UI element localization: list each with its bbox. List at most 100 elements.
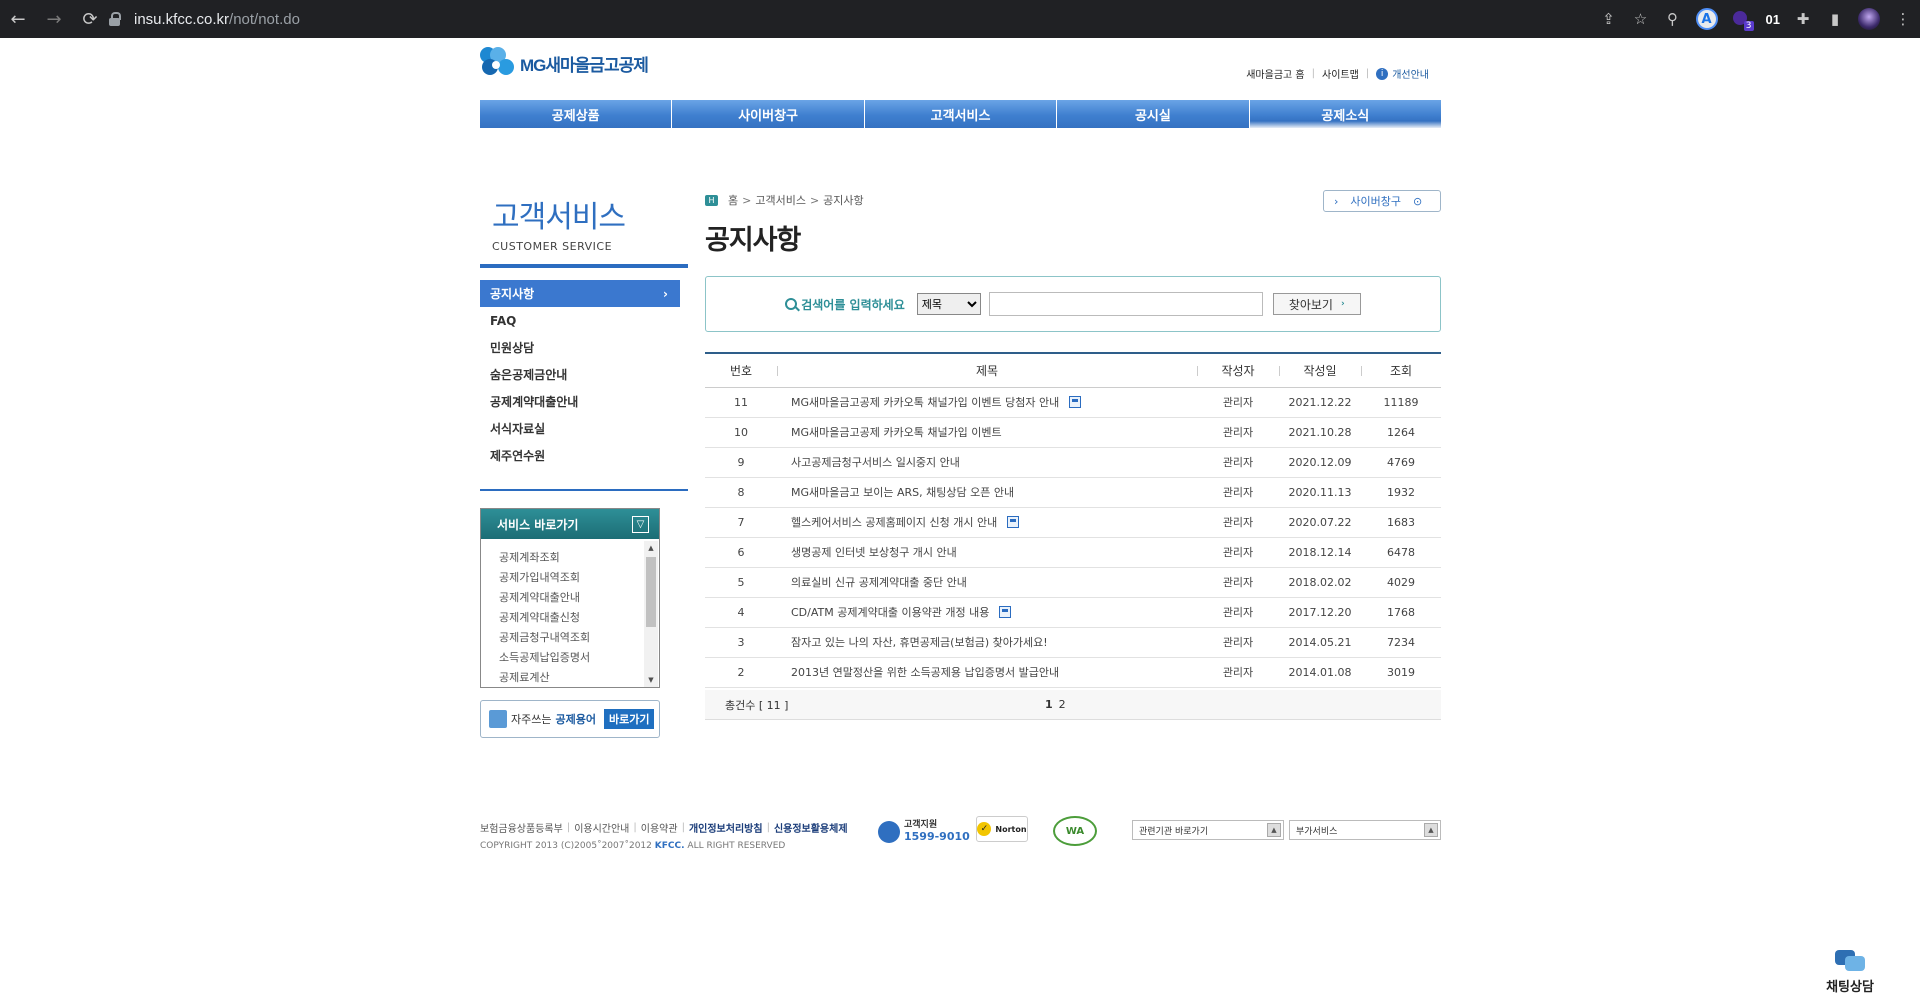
forward-icon[interactable]: → [36,0,72,38]
cell-title[interactable]: MG새마을금고 보이는 ARS, 채팅상담 오픈 안내 [777,477,1197,508]
page-link[interactable]: 2 [1059,698,1066,711]
cell-writer: 관리자 [1197,567,1279,598]
cell-title-text[interactable]: MG새마을금고 보이는 ARS, 채팅상담 오픈 안내 [791,486,1014,499]
table-row[interactable]: 9 사고공제금청구서비스 일시중지 안내 관리자 2020.12.09 4769 [705,447,1441,478]
breadcrumb-separator: > [809,193,820,207]
breadcrumb-item[interactable]: 고객서비스 [755,192,806,208]
scroll-up-icon[interactable]: ▲ [644,541,658,555]
footer-link[interactable]: 이용약관 [641,820,678,835]
site-logo[interactable]: MG새마을금고공제 [480,46,649,80]
cell-title-text[interactable]: MG새마을금고공제 카카오톡 채널가입 이벤트 [791,426,1002,439]
profile-avatar[interactable] [1858,8,1880,30]
service-shortcut-item[interactable]: 공제계좌조회 [481,547,659,567]
cyber-window-button[interactable]: › 사이버창구 ⊙ [1323,190,1441,212]
scrollbar[interactable]: ▲ ▼ [644,541,658,687]
cell-views-text: 1264 [1387,425,1415,439]
cell-title[interactable]: 헬스케어서비스 공제홈페이지 신청 개시 안내 [777,507,1197,538]
related-sites-select[interactable]: 관련기관 바로가기 ▲ [1132,820,1284,840]
cell-title[interactable]: 사고공제금청구서비스 일시중지 안내 [777,447,1197,478]
breadcrumb-item[interactable]: 홈 [728,192,738,208]
site-wrapper: MG새마을금고공제 새마을금고 홈 | 사이트맵 | i 개선안내 공제상품 사이… [480,38,1442,938]
table-row[interactable]: 11 MG새마을금고공제 카카오톡 채널가입 이벤트 당첨자 안내 관리자 2021.… [705,387,1441,418]
cell-title[interactable]: 의료실비 신규 공제계약대출 중단 안내 [777,567,1197,598]
extension-badge-icon[interactable]: 3 [1732,9,1754,31]
gnb-item[interactable]: 고객서비스 [864,100,1058,128]
table-row[interactable]: 8 MG새마을금고 보이는 ARS, 채팅상담 오픈 안내 관리자 2020.11.1… [705,477,1441,508]
table-row[interactable]: 10 MG새마을금고공제 카카오톡 채널가입 이벤트 관리자 2021.10.28 12… [705,417,1441,448]
cell-title[interactable]: 2013년 연말정산을 위한 소득공제용 납입증명서 발급안내 [777,657,1197,688]
util-improve-link[interactable]: i 개선안내 [1376,66,1429,81]
extension-key-icon[interactable]: ⚲ [1664,10,1682,28]
extra-services-select[interactable]: 부가서비스 ▲ [1289,820,1441,840]
cell-title-text[interactable]: 헬스케어서비스 공제홈페이지 신청 개시 안내 [791,516,997,529]
table-row[interactable]: 5 의료실비 신규 공제계약대출 중단 안내 관리자 2018.02.02 4029 [705,567,1441,598]
cell-title-text[interactable]: 사고공제금청구서비스 일시중지 안내 [791,456,960,469]
cell-title[interactable]: 생명공제 인터넷 보상청구 개시 안내 [777,537,1197,568]
reload-icon[interactable]: ⟳ [72,0,108,38]
cell-title-text[interactable]: 의료실비 신규 공제계약대출 중단 안내 [791,576,967,589]
left-menu-item[interactable]: 서식자료실 [480,415,688,442]
gnb-item[interactable]: 공제상품 [480,100,673,128]
home-icon[interactable]: H [705,194,718,206]
footer-link[interactable]: 이용시간안내 [574,820,629,835]
table-row[interactable]: 2 2013년 연말정산을 위한 소득공제용 납입증명서 발급안내 관리자 2014.… [705,657,1441,688]
scroll-down-icon[interactable]: ▼ [644,673,658,687]
left-menu-item[interactable]: FAQ [480,307,688,334]
util-sitemap-link[interactable]: 사이트맵 [1322,66,1359,81]
service-shortcut-item[interactable]: 소득공제납입증명서 [481,647,659,667]
menu-kebab-icon[interactable]: ⋮ [1894,10,1912,28]
util-home-link[interactable]: 새마을금고 홈 [1246,66,1304,81]
table-row[interactable]: 4 CD/ATM 공제계약대출 이용약관 개정 내용 관리자 2017.12.20 17… [705,597,1441,628]
bookmark-star-icon[interactable]: ☆ [1632,10,1650,28]
footer-link-credit[interactable]: 신용정보활용체제 [774,820,848,835]
scroll-thumb[interactable] [646,557,656,627]
search-input[interactable] [988,292,1263,316]
left-menu-item[interactable]: 민원상담 [480,334,688,361]
global-nav: 공제상품 사이버창구 고객서비스 공시실 공제소식 [480,100,1442,128]
cell-title-text[interactable]: 생명공제 인터넷 보상청구 개시 안내 [791,546,957,559]
chevron-down-icon[interactable]: ▽ [632,515,649,533]
table-row[interactable]: 3 잠자고 있는 나의 자산, 휴면공제금(보험금) 찾아가세요! 관리자 2014.… [705,627,1441,658]
term-shortcut-button[interactable]: 자주쓰는 공제용어 바로가기 [480,700,660,738]
service-shortcut-item[interactable]: 공제료계산 [481,667,659,687]
gnb-item[interactable]: 사이버창구 [672,100,865,128]
chat-consult-button[interactable]: 채팅상담 [1822,950,1878,998]
search-button[interactable]: 찾아보기 › [1272,293,1361,315]
table-row[interactable]: 7 헬스케어서비스 공제홈페이지 신청 개시 안내 관리자 2020.07.22 168… [705,507,1441,538]
service-shortcut-item[interactable]: 공제금청구내역조회 [481,627,659,647]
back-icon[interactable]: ← [0,0,36,38]
gnb-item[interactable]: 공제소식 [1249,100,1442,128]
extension-a-icon[interactable]: A [1695,8,1718,30]
wa-accessibility-badge[interactable]: WA [1053,816,1097,846]
puzzle-icon[interactable]: ✚ [1794,10,1812,28]
left-menu-item[interactable]: 제주연수원 [480,442,688,469]
left-menu-item[interactable]: 공제계약대출안내 [480,388,688,415]
footer-link[interactable]: 보험금융상품등록부 [480,820,563,835]
address-bar[interactable]: insu.kfcc.co.kr/not/not.do [108,4,1108,34]
page-link-current[interactable]: 1 [1045,698,1053,711]
share-icon[interactable]: ⇪ [1600,10,1618,28]
footer-link-privacy[interactable]: 개인정보처리방침 [689,820,763,835]
service-shortcut-item[interactable]: 공제가입내역조회 [481,567,659,587]
extension-text[interactable]: 01 [1766,12,1780,27]
left-menu-item[interactable]: 숨은공제금안내 [480,361,688,388]
side-panel-icon[interactable]: ▮ [1826,10,1844,28]
cell-title[interactable]: MG새마을금고공제 카카오톡 채널가입 이벤트 [777,417,1197,448]
cell-title-text[interactable]: 잠자고 있는 나의 자산, 휴면공제금(보험금) 찾아가세요! [791,636,1048,649]
cell-title-text[interactable]: CD/ATM 공제계약대출 이용약관 개정 내용 [791,606,989,619]
cell-title[interactable]: CD/ATM 공제계약대출 이용약관 개정 내용 [777,597,1197,628]
cell-title-text[interactable]: 2013년 연말정산을 위한 소득공제용 납입증명서 발급안내 [791,666,1059,679]
service-shortcut-header[interactable]: 서비스 바로가기 ▽ [481,509,659,539]
wa-label: WA [1065,825,1085,837]
service-shortcut-item[interactable]: 공제계약대출안내 [481,587,659,607]
cell-title-text[interactable]: MG새마을금고공제 카카오톡 채널가입 이벤트 당첨자 안내 [791,396,1059,409]
cell-title[interactable]: 잠자고 있는 나의 자산, 휴면공제금(보험금) 찾아가세요! [777,627,1197,658]
breadcrumb-item: 공지사항 [823,194,864,207]
left-menu-item-notice[interactable]: 공지사항 › [480,280,680,307]
search-field-select[interactable]: 제목 [916,293,981,315]
gnb-item[interactable]: 공시실 [1057,100,1250,128]
cell-title[interactable]: MG새마을금고공제 카카오톡 채널가입 이벤트 당첨자 안내 [777,387,1197,418]
table-row[interactable]: 6 생명공제 인터넷 보상청구 개시 안내 관리자 2018.12.14 6478 [705,537,1441,568]
norton-secured-badge[interactable]: ✓ Norton [976,816,1028,842]
service-shortcut-item[interactable]: 공제계약대출신청 [481,607,659,627]
